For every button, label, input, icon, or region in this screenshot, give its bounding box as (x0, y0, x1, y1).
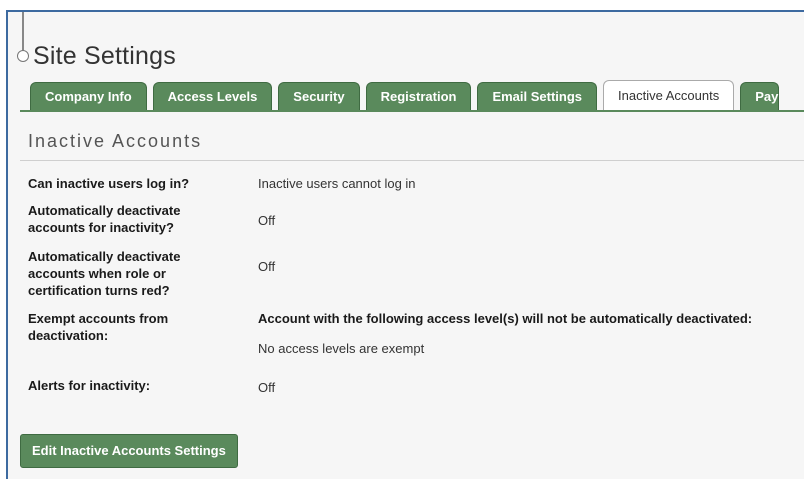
tab-pay[interactable]: Pay (740, 82, 780, 110)
tree-node-circle-icon (17, 50, 29, 62)
alerts-label: Alerts for inactivity: (28, 378, 151, 393)
alerts-value: Off (258, 380, 276, 395)
tab-company-info[interactable]: Company Info (30, 82, 147, 110)
page-title: Site Settings (33, 42, 176, 70)
exempt-value: No access levels are exempt (258, 341, 425, 356)
section-title: Inactive Accounts (28, 131, 203, 151)
tree-connector-line (22, 12, 24, 52)
tab-registration[interactable]: Registration (365, 82, 472, 110)
tab-underline (20, 110, 804, 112)
tab-security[interactable]: Security (278, 82, 360, 110)
login-label: Can inactive users log in? (28, 176, 190, 191)
settings-panel: Site Settings Company Info Access Levels… (6, 10, 804, 479)
exempt-heading: Account with the following access level(… (258, 311, 753, 326)
role-red-value: Off (258, 259, 276, 274)
exempt-label: Exempt accounts from deactivation: (28, 311, 169, 343)
tab-access-levels[interactable]: Access Levels (152, 82, 273, 110)
section-divider (20, 160, 804, 161)
role-red-label: Automatically deactivate accounts when r… (28, 249, 181, 298)
tab-inactive-accounts[interactable]: Inactive Accounts (603, 80, 735, 110)
settings-tabs: Company Info Access Levels Security Regi… (30, 80, 804, 110)
auto-deactivate-value: Off (258, 213, 276, 228)
login-value: Inactive users cannot log in (258, 176, 416, 191)
tab-email-settings[interactable]: Email Settings (477, 82, 598, 110)
auto-deactivate-label: Automatically deactivate accounts for in… (28, 203, 181, 235)
edit-inactive-accounts-button[interactable]: Edit Inactive Accounts Settings (20, 434, 238, 468)
